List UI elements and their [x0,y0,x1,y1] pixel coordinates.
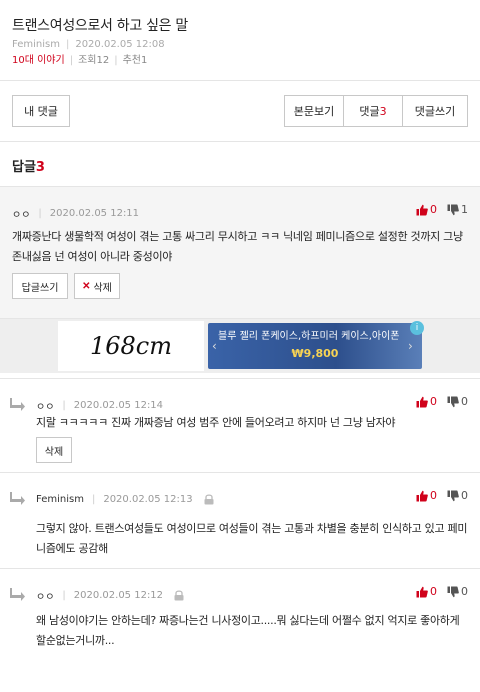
comment-actions: 답글쓰기 ✕ 삭제 [12,273,126,299]
replies-count: 3 [35,160,45,175]
vote-group: 0 0 [406,585,468,598]
thumbs-up-icon [416,204,428,215]
divider: | [62,399,66,411]
comment-date: 2020.02.05 12:11 [49,207,140,219]
info-icon[interactable]: i [410,321,424,335]
ad-product-text: 블루 젤리 폰케이스,하프미러 케이스,아이폰 [218,331,400,342]
upvote-button[interactable]: 0 [416,203,437,216]
downvote-button[interactable]: 0 [447,489,468,502]
downvote-button[interactable]: 1 [447,203,468,216]
close-icon: ✕ [82,280,91,292]
view-post-button[interactable]: 본문보기 [284,95,344,127]
upvote-button[interactable]: 0 [416,585,437,598]
vote-group: 0 0 [406,395,468,408]
downvote-button[interactable]: 0 [447,395,468,408]
board-link[interactable]: 10대 이야기 [12,55,65,66]
delete-label: 삭제 [93,282,112,294]
thumbs-up-icon [416,396,428,407]
reply-arrow-icon [10,588,25,601]
chevron-right-icon[interactable]: › [408,339,420,353]
divider: | [114,55,118,66]
author-badge-icon [174,590,184,601]
write-comment-button[interactable]: 댓글쓰기 [402,95,468,127]
my-comments-button[interactable]: 내 댓글 [12,95,70,127]
chevron-left-icon[interactable]: ‹ [212,339,224,353]
comment-meta: ㅇㅇ | 2020.02.05 12:11 [12,205,139,221]
replies-heading: 답글3 [12,156,45,175]
vote-group: 0 0 [406,489,468,502]
comment-actions: 삭제 [36,437,78,463]
comment-item: Feminism | 2020.02.05 12:13 0 0 그렇지 않아. 트랜… [0,472,480,568]
delete-button[interactable]: ✕ 삭제 [74,273,120,299]
divider: | [91,493,96,505]
downvote-count: 1 [461,203,468,216]
ad-left-panel[interactable]: 168cm [58,321,204,371]
thumbs-down-icon [447,586,459,597]
thumbs-down-icon [447,204,459,215]
comment-toolbar: 내 댓글 본문보기 댓글 3 댓글쓰기 [0,80,480,142]
comment-nick[interactable]: ㅇㅇ [36,398,54,413]
upvote-count: 0 [430,585,437,598]
comment-item: ㅇㅇ | 2020.02.05 12:11 0 1 개짜증난다 생물학적 여성이 겪… [0,186,480,318]
divider: | [69,55,74,66]
view-count: 조회12 [78,55,110,66]
upvote-count: 0 [430,489,437,502]
upvote-count: 0 [430,395,437,408]
comment-item: ㅇㅇ | 2020.02.05 12:14 0 0 지랄 ㅋㅋㅋㅋㅋ 진짜 개짜증남… [0,378,480,472]
thumbs-up-icon [416,586,428,597]
divider: | [62,589,66,601]
downvote-count: 0 [461,395,468,408]
divider: | [65,39,70,50]
comments-button[interactable]: 댓글 3 [343,95,403,127]
thumbs-up-icon [416,490,428,501]
post-header: 트랜스여성으로서 하고 싶은 말 Feminism | 2020.02.05 12:… [0,0,480,80]
comment-meta: ㅇㅇ | 2020.02.05 12:14 [36,397,163,413]
downvote-button[interactable]: 0 [447,585,468,598]
replies-label: 답글 [12,160,36,175]
reply-button[interactable]: 답글쓰기 [12,273,68,299]
thumbs-down-icon [447,396,459,407]
reply-arrow-icon [10,398,25,411]
comment-nick[interactable]: ㅇㅇ [12,206,30,221]
comment-item: ㅇㅇ | 2020.02.05 12:12 0 0 왜 남성이야기는 안하는데? 짜… [0,568,480,692]
comment-date: 2020.02.05 12:14 [73,399,164,411]
comments-label: 댓글 [359,105,380,118]
comment-nick[interactable]: ㅇㅇ [36,588,54,603]
upvote-button[interactable]: 0 [416,395,437,408]
comment-date: 2020.02.05 12:12 [73,589,164,601]
upvote-button[interactable]: 0 [416,489,437,502]
thumbs-down-icon [447,490,459,501]
ad-right-panel[interactable]: 블루 젤리 폰케이스,하프미러 케이스,아이폰 ₩9,800 ‹ › i [208,321,424,369]
ad-banner[interactable]: 168cm 블루 젤리 폰케이스,하프미러 케이스,아이폰 ₩9,800 ‹ ›… [0,318,480,373]
reply-arrow-icon [10,492,25,505]
recommend-count: 추천1 [122,55,148,66]
comment-text: 지랄 ㅋㅋㅋㅋㅋ 진짜 개짜증남 여성 범주 안에 들어오려고 하지마 넌 그냥… [36,416,396,429]
comment-text: 개짜증난다 생물학적 여성이 겪는 고통 싸그리 무시하고 ㅋㅋ 닉네임 페미니… [12,230,463,263]
comment-text: 그렇지 않아. 트랜스여성들도 여성이므로 여성들이 겪는 고통과 차별을 충분… [36,522,468,555]
delete-button[interactable]: 삭제 [36,437,72,463]
post-meta: Feminism | 2020.02.05 12:08 [12,38,468,52]
downvote-count: 0 [461,489,468,502]
comment-text: 왜 남성이야기는 안하는데? 짜증나는건 니사정이고.....뭐 싫다는데 어쩔… [36,614,460,647]
comments-count: 3 [379,104,387,118]
author-badge-icon [204,494,214,505]
upvote-count: 0 [430,203,437,216]
comment-nick[interactable]: Feminism [36,494,84,505]
post-title: 트랜스여성으로서 하고 싶은 말 [12,18,188,34]
post-date: 2020.02.05 12:08 [75,39,165,50]
downvote-count: 0 [461,585,468,598]
post-author[interactable]: Feminism [12,39,60,50]
comment-meta: Feminism | 2020.02.05 12:13 [36,491,215,507]
comment-meta: ㅇㅇ | 2020.02.05 12:12 [36,587,185,603]
comment-date: 2020.02.05 12:13 [103,493,193,505]
ad-price: ₩9,800 [291,347,339,360]
vote-group: 0 1 [406,203,468,216]
post-stats: 10대 이야기 | 조회12 | 추천1 [12,53,468,69]
divider: | [38,207,42,219]
